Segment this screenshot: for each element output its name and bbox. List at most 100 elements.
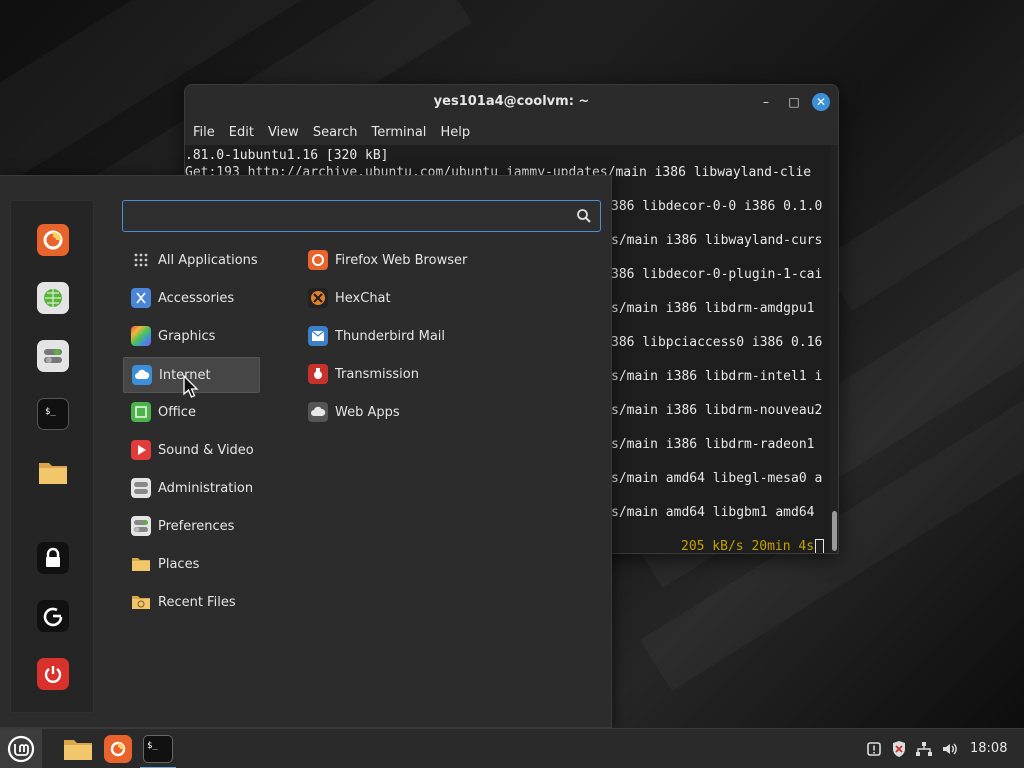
menu-file[interactable]: File xyxy=(193,125,215,140)
firefox-icon[interactable] xyxy=(37,224,69,256)
update-manager-shield-icon[interactable] xyxy=(889,739,909,759)
terminal-icon: $_ xyxy=(143,735,173,763)
category-all-applications[interactable]: All Applications xyxy=(123,242,260,278)
hexchat-icon xyxy=(308,288,328,308)
app-label: Thunderbird Mail xyxy=(335,328,446,344)
app-transmission[interactable]: Transmission xyxy=(302,356,552,392)
terminal-cursor xyxy=(815,538,825,553)
svg-text:$_: $_ xyxy=(45,407,56,417)
category-recent-files[interactable]: Recent Files xyxy=(123,584,260,620)
download-status: 205 kB/s 20min 4s xyxy=(681,539,815,554)
terminal-line: s/main i386 libdrm-intel1 i xyxy=(611,369,823,384)
notifications-icon[interactable] xyxy=(864,739,884,759)
category-accessories[interactable]: Accessories xyxy=(123,280,260,316)
scrollbar-thumb[interactable] xyxy=(832,511,837,551)
terminal-titlebar[interactable]: yes101a4@coolvm: ~ – □ ✕ xyxy=(185,85,838,119)
terminal-line: s/main i386 libwayland-curs xyxy=(611,233,823,248)
app-label: Transmission xyxy=(335,366,419,382)
lock-screen-icon[interactable] xyxy=(37,542,69,574)
preferences-icon xyxy=(131,516,151,536)
taskbar: $_ 18:08 xyxy=(0,728,1024,768)
menu-terminal[interactable]: Terminal xyxy=(371,125,426,140)
category-label: All Applications xyxy=(158,252,258,268)
internet-icon xyxy=(132,365,152,385)
category-label: Places xyxy=(158,556,200,572)
accessories-icon xyxy=(131,288,151,308)
linux-mint-logo-icon xyxy=(7,735,35,763)
taskbar-firefox[interactable] xyxy=(98,729,138,768)
volume-icon[interactable] xyxy=(940,739,960,759)
search-field[interactable] xyxy=(129,205,569,227)
menu-search[interactable]: Search xyxy=(313,125,358,140)
app-label: HexChat xyxy=(335,290,391,306)
menu-help[interactable]: Help xyxy=(440,125,470,140)
maximize-button[interactable]: □ xyxy=(785,93,803,111)
terminal-line: 386 libdecor-0-0 i386 0.1.0 xyxy=(611,199,823,214)
terminal-scrollbar[interactable] xyxy=(830,145,838,553)
app-thunderbird[interactable]: Thunderbird Mail xyxy=(302,318,552,354)
graphics-icon xyxy=(131,326,151,346)
category-label: Sound & Video xyxy=(158,442,254,458)
thunderbird-icon xyxy=(308,326,328,346)
category-label: Preferences xyxy=(158,518,235,534)
firefox-icon xyxy=(104,735,132,763)
category-preferences[interactable]: Preferences xyxy=(123,508,260,544)
start-menu: $_ All Applications Accessories Graphics… xyxy=(0,175,612,728)
category-label: Administration xyxy=(158,480,254,496)
software-manager-icon[interactable] xyxy=(37,282,69,314)
logout-icon[interactable] xyxy=(37,600,69,632)
category-office[interactable]: Office xyxy=(123,394,260,430)
app-firefox[interactable]: Firefox Web Browser xyxy=(302,242,552,278)
search-input[interactable] xyxy=(122,200,601,232)
folder-icon xyxy=(64,740,92,760)
recent-files-icon xyxy=(131,592,151,612)
clock[interactable]: 18:08 xyxy=(970,741,1007,756)
search-icon[interactable] xyxy=(576,208,592,224)
app-label: Firefox Web Browser xyxy=(335,252,468,268)
menu-edit[interactable]: Edit xyxy=(229,125,254,140)
app-web-apps[interactable]: Web Apps xyxy=(302,394,552,430)
web-apps-icon xyxy=(308,402,328,422)
menu-view[interactable]: View xyxy=(268,125,299,140)
firefox-icon xyxy=(308,250,328,270)
transmission-icon xyxy=(308,364,328,384)
terminal-line: 386 libpciaccess0 i386 0.16 xyxy=(611,335,823,350)
menu-button[interactable] xyxy=(0,729,42,768)
taskbar-files[interactable] xyxy=(58,729,98,768)
app-hexchat[interactable]: HexChat xyxy=(302,280,552,316)
terminal-line: s/main i386 libdrm-amdgpu1 xyxy=(611,301,815,316)
category-sound-video[interactable]: Sound & Video xyxy=(123,432,260,468)
minimize-button[interactable]: – xyxy=(757,93,775,111)
svg-text:$_: $_ xyxy=(147,741,158,751)
app-label: Web Apps xyxy=(335,404,400,420)
settings-toggle-icon[interactable] xyxy=(37,340,69,372)
category-places[interactable]: Places xyxy=(123,546,260,582)
administration-icon xyxy=(131,478,151,498)
terminal-line: s/main amd64 libgbm1 amd64 xyxy=(611,505,815,520)
terminal-icon[interactable]: $_ xyxy=(37,398,69,430)
category-label: Office xyxy=(158,404,196,420)
office-icon xyxy=(131,402,151,422)
favorites-panel: $_ xyxy=(10,200,94,713)
taskbar-terminal[interactable]: $_ xyxy=(138,729,178,768)
mouse-pointer-icon xyxy=(183,375,199,398)
grid-icon xyxy=(131,250,151,270)
category-administration[interactable]: Administration xyxy=(123,470,260,506)
power-icon[interactable] xyxy=(37,658,69,690)
category-label: Accessories xyxy=(158,290,235,306)
terminal-title: yes101a4@coolvm: ~ xyxy=(433,94,590,109)
category-graphics[interactable]: Graphics xyxy=(123,318,260,354)
terminal-line: s/main i386 libdrm-radeon1 xyxy=(611,437,815,452)
network-icon[interactable] xyxy=(914,739,934,759)
terminal-line: s/main amd64 libegl-mesa0 a xyxy=(611,471,823,486)
places-folder-icon xyxy=(131,554,151,574)
terminal-line: .81.0-1ubuntu1.16 [320 kB] xyxy=(185,148,389,163)
files-folder-icon[interactable] xyxy=(37,456,69,488)
terminal-status-line: 205 kB/s 20min 4s xyxy=(681,538,825,554)
terminal-line: 386 libdecor-0-plugin-1-cai xyxy=(611,267,823,282)
category-label: Graphics xyxy=(158,328,216,344)
close-button[interactable]: ✕ xyxy=(812,93,830,111)
terminal-menubar: File Edit View Search Terminal Help xyxy=(185,119,838,145)
terminal-line: s/main i386 libdrm-nouveau2 xyxy=(611,403,823,418)
category-label: Recent Files xyxy=(158,594,236,610)
